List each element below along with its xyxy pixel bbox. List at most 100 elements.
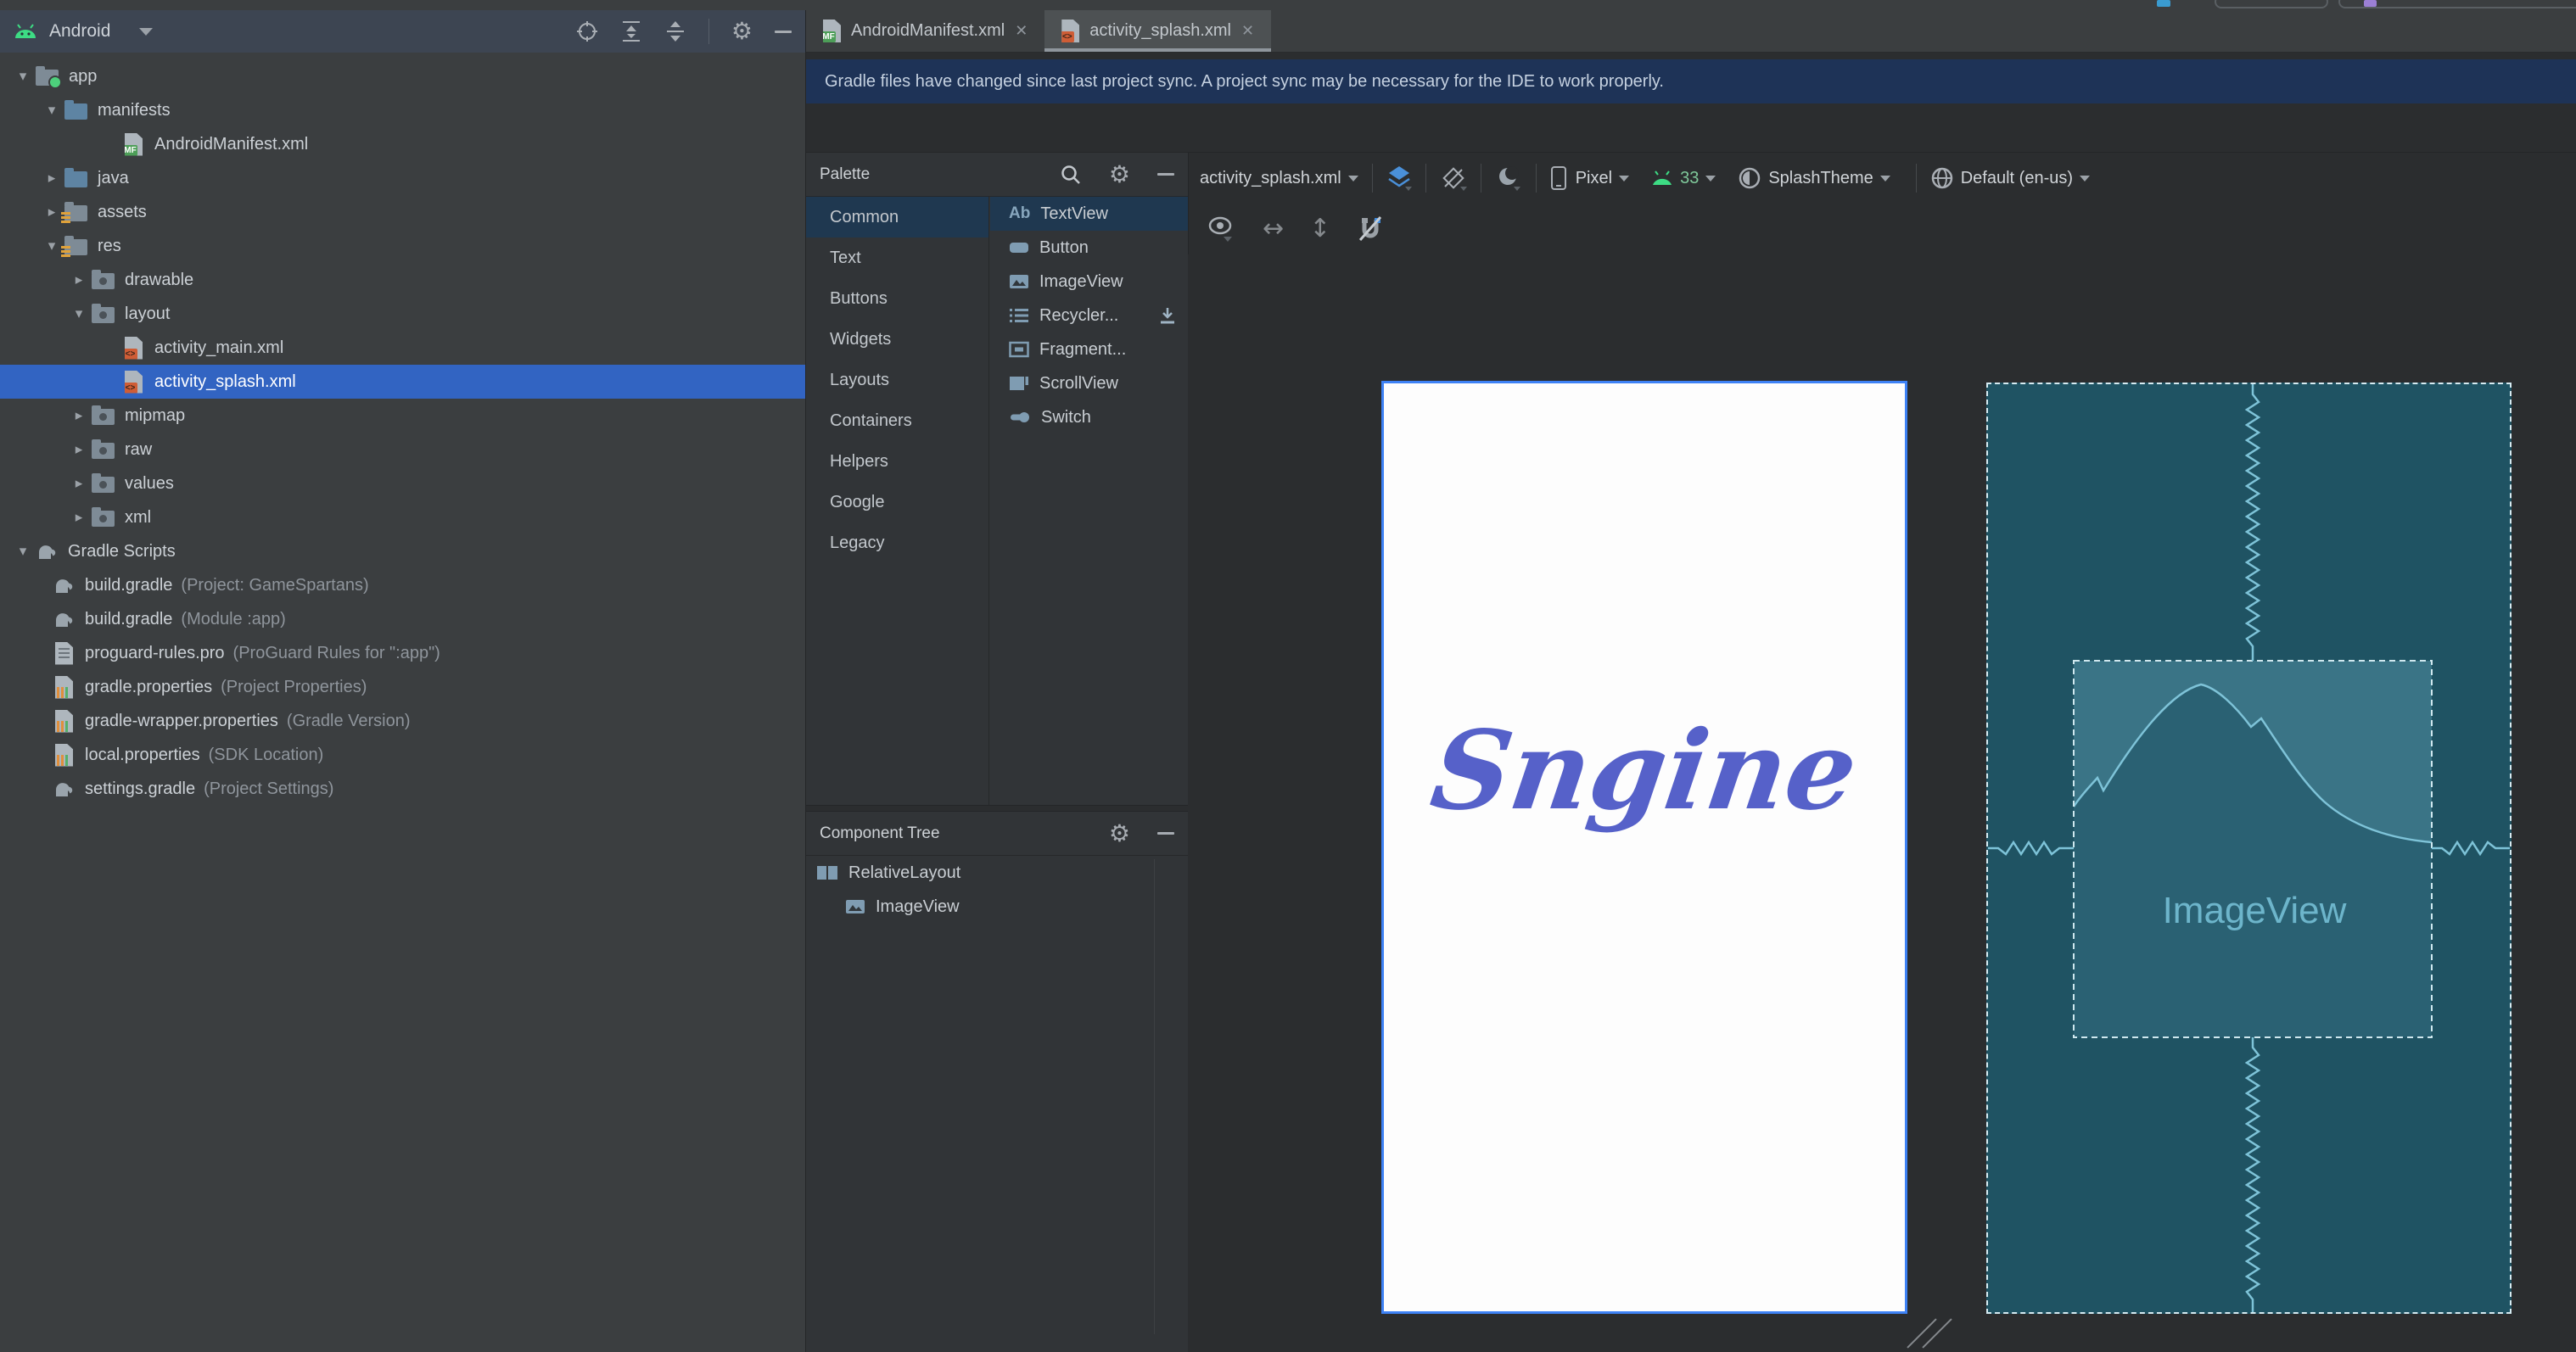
component-label: RelativeLayout	[848, 863, 960, 883]
tree-item-gradle-properties[interactable]: gradle.properties (Project Properties)	[0, 670, 805, 704]
tree-item-values[interactable]: values	[0, 466, 805, 500]
expand-vertical-icon[interactable]: ↕	[1309, 216, 1330, 242]
design-surface-selector[interactable]	[1386, 165, 1412, 192]
locale-selector[interactable]: Default (en-us)	[1930, 166, 2090, 190]
toolbar-divider	[1536, 164, 1537, 193]
tree-item-mipmap[interactable]: mipmap	[0, 399, 805, 433]
tree-item-activity-splash[interactable]: <> activity_splash.xml	[0, 365, 805, 399]
search-icon[interactable]	[1060, 164, 1082, 186]
chevron-open-icon[interactable]	[10, 68, 36, 85]
tree-item-manifests[interactable]: manifests	[0, 93, 805, 127]
palette-category-text[interactable]: Text	[806, 237, 988, 278]
palette-category-helpers[interactable]: Helpers	[806, 441, 988, 482]
tree-item-label: activity_main.xml	[154, 338, 283, 358]
chevron-closed-icon[interactable]	[66, 407, 92, 424]
chevron-closed-icon[interactable]	[66, 271, 92, 288]
design-file-selector[interactable]: activity_splash.xml	[1200, 169, 1358, 188]
palette-category-google[interactable]: Google	[806, 482, 988, 522]
scrollbar[interactable]	[1154, 859, 1155, 1334]
device-selector-fragment[interactable]	[2215, 0, 2328, 8]
xml-badge: <>	[1060, 31, 1074, 42]
palette-category-layouts[interactable]: Layouts	[806, 360, 988, 400]
design-device-screen[interactable]: Sngine	[1381, 381, 1907, 1314]
component-tree-header: Component Tree ⚙	[806, 812, 1188, 856]
gear-icon[interactable]: ⚙	[1109, 163, 1130, 187]
tree-item-java[interactable]: java	[0, 161, 805, 195]
palette-item-button[interactable]: Button	[990, 231, 1188, 265]
hide-panel-icon[interactable]	[1157, 832, 1174, 835]
gear-icon[interactable]: ⚙	[731, 20, 753, 43]
tree-item-local-properties[interactable]: local.properties (SDK Location)	[0, 738, 805, 772]
chevron-open-icon[interactable]	[39, 102, 64, 119]
palette-item-switch[interactable]: Switch	[990, 400, 1188, 434]
resize-handle[interactable]	[1911, 1316, 1950, 1350]
palette-category-buttons[interactable]: Buttons	[806, 278, 988, 319]
theme-icon	[1738, 166, 1761, 190]
device-selector[interactable]: Pixel	[1550, 165, 1629, 191]
chevron-closed-icon[interactable]	[39, 170, 64, 187]
tree-item-settings-gradle[interactable]: settings.gradle (Project Settings)	[0, 772, 805, 806]
hide-panel-icon[interactable]	[775, 31, 792, 33]
hide-panel-icon[interactable]	[1157, 173, 1174, 176]
chevron-closed-icon[interactable]	[66, 441, 92, 458]
tree-item-raw[interactable]: raw	[0, 433, 805, 466]
tree-item-build-gradle-project[interactable]: build.gradle (Project: GameSpartans)	[0, 568, 805, 602]
close-icon[interactable]: ✕	[1241, 22, 1254, 40]
palette-header: Palette ⚙	[806, 153, 1188, 197]
chevron-closed-icon[interactable]	[66, 509, 92, 526]
gear-icon[interactable]: ⚙	[1109, 822, 1130, 846]
tree-item-res[interactable]: res	[0, 229, 805, 263]
tree-item-gradle-wrapper-properties[interactable]: gradle-wrapper.properties (Gradle Versio…	[0, 704, 805, 738]
expand-all-icon[interactable]	[620, 20, 642, 43]
tree-item-activity-main[interactable]: <> activity_main.xml	[0, 331, 805, 365]
design-toolbar: activity_splash.xml	[1188, 153, 2576, 204]
design-canvas[interactable]: Sngine ImageView	[1188, 254, 2576, 1352]
night-mode-selector[interactable]	[1495, 165, 1522, 192]
tree-item-gradle-scripts[interactable]: Gradle Scripts	[0, 534, 805, 568]
expand-horizontal-icon[interactable]: ↔	[1263, 216, 1284, 242]
orientation-selector[interactable]	[1440, 165, 1467, 192]
palette-category-legacy[interactable]: Legacy	[806, 522, 988, 563]
chevron-open-icon[interactable]	[10, 543, 36, 560]
tree-item-xml[interactable]: xml	[0, 500, 805, 534]
tree-item-build-gradle-module[interactable]: build.gradle (Module :app)	[0, 602, 805, 636]
tree-item-app[interactable]: app	[0, 59, 805, 93]
palette-item-imageview[interactable]: ImageView	[990, 265, 1188, 299]
download-icon[interactable]	[1157, 306, 1178, 325]
theme-selector[interactable]: SplashTheme	[1738, 166, 1890, 190]
project-view-selector[interactable]: Android	[49, 21, 110, 42]
palette-item-textview[interactable]: Ab TextView	[990, 197, 1188, 231]
view-options-eye-icon[interactable]	[1207, 215, 1237, 243]
close-icon[interactable]: ✕	[1015, 22, 1028, 40]
palette-category-common[interactable]: Common	[806, 197, 988, 237]
tab-androidmanifest[interactable]: MF AndroidManifest.xml ✕	[806, 10, 1044, 52]
tree-item-drawable[interactable]: drawable	[0, 263, 805, 297]
api-level-selector[interactable]: 33	[1651, 169, 1716, 188]
tree-item-androidmanifest[interactable]: MF AndroidManifest.xml	[0, 127, 805, 161]
chevron-down-icon	[2080, 176, 2090, 182]
chevron-down-icon[interactable]	[139, 28, 153, 36]
tree-item-label: mipmap	[125, 406, 185, 426]
palette-item-recyclerview[interactable]: Recycler...	[990, 299, 1188, 332]
collapse-all-icon[interactable]	[664, 20, 686, 43]
tree-item-proguard-rules[interactable]: proguard-rules.pro (ProGuard Rules for "…	[0, 636, 805, 670]
properties-file-icon	[55, 744, 73, 767]
tab-activity-splash[interactable]: <> activity_splash.xml ✕	[1044, 10, 1271, 52]
palette-category-containers[interactable]: Containers	[806, 400, 988, 441]
palette-category-widgets[interactable]: Widgets	[806, 319, 988, 360]
chevron-closed-icon[interactable]	[66, 475, 92, 492]
tree-item-layout[interactable]: layout	[0, 297, 805, 331]
component-tree-item-relativelayout[interactable]: RelativeLayout	[806, 856, 1188, 890]
tree-item-assets[interactable]: assets	[0, 195, 805, 229]
component-label: ImageView	[876, 897, 960, 917]
palette-item-scrollview[interactable]: ScrollView	[990, 366, 1188, 400]
blueprint-surface[interactable]: ImageView	[1986, 383, 2512, 1314]
palette-panel: Palette ⚙ Common Text Buttons Widgets La…	[806, 153, 1188, 806]
component-tree-item-imageview[interactable]: ImageView	[806, 890, 1188, 924]
chevron-down-icon	[1880, 176, 1890, 182]
autoconnect-magnet-icon[interactable]	[1356, 215, 1385, 243]
locate-file-icon[interactable]	[576, 20, 598, 42]
tree-item-label: xml	[125, 508, 151, 528]
chevron-open-icon[interactable]	[66, 305, 92, 322]
palette-item-fragmentcontainerview[interactable]: Fragment...	[990, 332, 1188, 366]
